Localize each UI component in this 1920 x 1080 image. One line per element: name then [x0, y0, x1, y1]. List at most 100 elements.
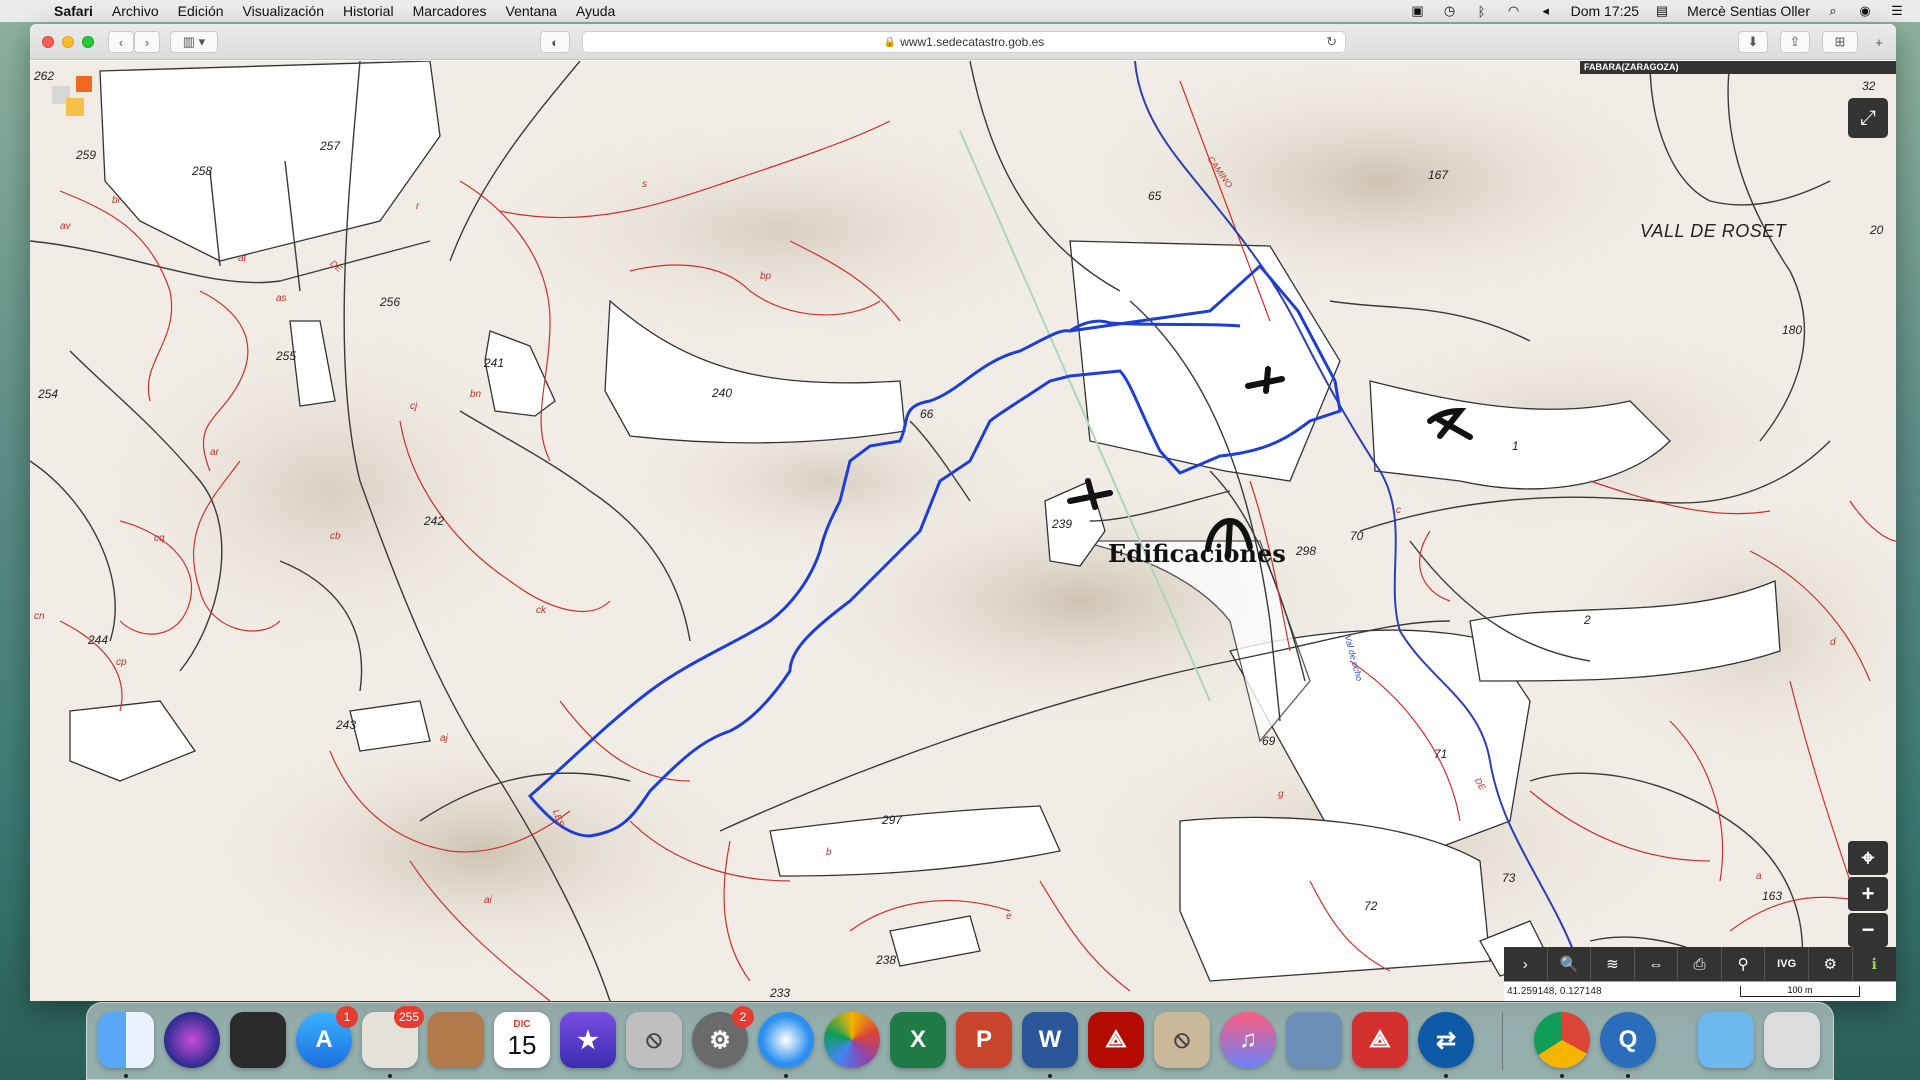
preview-icon[interactable] [1286, 1012, 1342, 1068]
annotation-text: Edificaciones [1108, 539, 1286, 568]
fullscreen-button[interactable]: ⤢ [1848, 98, 1888, 138]
subparcel-letter: aj [440, 733, 448, 744]
music-icon[interactable]: ♫ [1220, 1012, 1276, 1068]
teamviewer-icon[interactable]: ⇄ [1418, 1012, 1474, 1068]
subparcel-letter: cq [154, 533, 165, 544]
subparcel-letter: cj [410, 401, 418, 412]
bluetooth-icon[interactable]: ᛒ [1473, 4, 1491, 19]
parcel-number: 254 [38, 387, 59, 401]
subparcel-letter: b [826, 847, 832, 858]
subparcel-letter: cb [330, 531, 341, 542]
privacy-report-button[interactable]: ◐ [540, 31, 570, 53]
menu-visualizacion[interactable]: Visualización [243, 3, 324, 19]
menu-edicion[interactable]: Edición [178, 3, 224, 19]
menu-clock[interactable]: Dom 17:25 [1571, 3, 1639, 19]
parcel-number: 65 [1148, 189, 1162, 203]
photos-icon[interactable] [824, 1012, 880, 1068]
notification-center-icon[interactable]: ☰ [1888, 3, 1906, 18]
measure-button[interactable]: ⇔ [1635, 947, 1679, 981]
cadastral-map [30, 61, 1896, 1001]
contacts-icon[interactable] [428, 1012, 484, 1068]
powerpoint-icon[interactable]: P [956, 1012, 1012, 1068]
quicktime-icon[interactable]: Q [1600, 1012, 1656, 1068]
screen-record-icon[interactable]: ▣ [1409, 3, 1427, 18]
forward-button[interactable]: › [134, 31, 160, 53]
chrome-icon[interactable] [1534, 1012, 1590, 1068]
parcel-number: 241 [484, 356, 505, 370]
applications-folder-icon[interactable] [1698, 1012, 1754, 1068]
imovie-icon[interactable]: ★ [560, 1012, 616, 1068]
zoom-in-button[interactable]: + [1848, 877, 1888, 911]
sidebar-toggle-button[interactable]: ▥ ▾ [170, 31, 218, 53]
downloads-button[interactable]: ⬇ [1738, 31, 1768, 53]
subparcel-letter: bp [760, 271, 772, 282]
menu-user-name[interactable]: Mercè Sentias Oller [1687, 3, 1810, 19]
ivg-button[interactable]: IVG [1765, 947, 1809, 981]
spotlight-search-icon[interactable]: ⌕ [1824, 3, 1842, 18]
new-tab-button[interactable]: + [1868, 31, 1890, 53]
layers-button[interactable]: ≋ [1591, 947, 1635, 981]
parcel-number: 1 [1512, 439, 1519, 453]
photo-booth-icon[interactable] [230, 1012, 286, 1068]
tab-overview-button[interactable]: ⊞ [1822, 31, 1858, 53]
minimize-window-button[interactable] [62, 36, 74, 48]
parcel-number: 32 [1862, 79, 1876, 93]
acrobat-reader-icon[interactable]: ⟁ [1352, 1012, 1408, 1068]
zoom-out-button[interactable]: − [1848, 913, 1888, 947]
info-button[interactable]: ℹ [1853, 947, 1897, 981]
street-view-button[interactable]: ⚲ [1722, 947, 1766, 981]
menu-ventana[interactable]: Ventana [506, 3, 557, 19]
close-window-button[interactable] [42, 36, 54, 48]
zoom-window-button[interactable] [82, 36, 94, 48]
subparcel-letter: at [238, 253, 247, 264]
parcel-number: 242 [424, 514, 445, 528]
reload-icon[interactable]: ↻ [1326, 34, 1337, 50]
safari-icon[interactable] [758, 1012, 814, 1068]
pegman-icon: ⚲ [1737, 956, 1749, 973]
search-button[interactable]: 🔍 [1548, 947, 1592, 981]
volume-icon[interactable]: ◂ [1537, 3, 1555, 18]
subparcel-letter: cp [116, 657, 127, 668]
word-icon[interactable]: W [1022, 1012, 1078, 1068]
back-button[interactable]: ‹ [108, 31, 134, 53]
settings-button[interactable]: ⚙ [1809, 947, 1853, 981]
system-preferences-icon[interactable]: ⚙ 2 [692, 1006, 754, 1068]
parcel-number: 72 [1364, 899, 1378, 913]
acrobat-icon[interactable]: ⟁ [1088, 1012, 1144, 1068]
app-store-icon[interactable]: A 1 [296, 1006, 358, 1068]
download-icon: ⬇ [1747, 34, 1759, 49]
share-button[interactable]: ⇪ [1780, 31, 1810, 53]
time-machine-icon[interactable]: ◷ [1441, 3, 1459, 18]
menu-ayuda[interactable]: Ayuda [576, 3, 615, 19]
siri-icon[interactable] [164, 1012, 220, 1068]
expand-toolbar-button[interactable]: › [1504, 947, 1548, 981]
trash-icon[interactable] [1764, 1012, 1820, 1068]
finder-icon[interactable] [98, 1012, 154, 1068]
subparcel-letter: bn [470, 389, 482, 400]
menu-app-name[interactable]: Safari [54, 3, 93, 19]
parcel-number: 298 [1296, 544, 1317, 558]
parcel-number: 243 [336, 718, 357, 732]
catastro-logo [52, 76, 92, 116]
mail-icon[interactable]: 255 [362, 1006, 424, 1068]
menu-archivo[interactable]: Archivo [112, 3, 159, 19]
calendar-icon[interactable]: DIC 15 [494, 1012, 550, 1068]
disabled-app-icon[interactable]: ⦸ [626, 1012, 682, 1068]
siri-icon[interactable]: ◉ [1856, 3, 1874, 18]
address-bar[interactable]: 🔒 www1.sedecatastro.gob.es ↻ [582, 31, 1346, 53]
print-icon: ⎙ [1693, 955, 1706, 973]
parcel-number: 238 [876, 953, 897, 967]
safari-window: ‹ › ▥ ▾ ◐ 🔒 www1.sedecatastro.gob.es ↻ ⬇… [30, 24, 1896, 1001]
print-button[interactable]: ⎙ [1678, 947, 1722, 981]
menu-historial[interactable]: Historial [343, 3, 394, 19]
map-viewport[interactable]: 262 259 258 257 256 255 254 241 240 242 … [30, 61, 1896, 1001]
menu-marcadores[interactable]: Marcadores [413, 3, 487, 19]
parcel-number: 239 [1052, 517, 1073, 531]
mail-badge: 255 [393, 1006, 424, 1028]
locate-button[interactable]: ⌖ [1848, 841, 1888, 875]
subparcel-letter: s [642, 179, 647, 190]
wifi-icon[interactable]: ◠ [1505, 3, 1523, 18]
excel-icon[interactable]: X [890, 1012, 946, 1068]
app-store-badge: 1 [336, 1006, 358, 1028]
disabled-app-icon-2[interactable]: ⦸ [1154, 1012, 1210, 1068]
